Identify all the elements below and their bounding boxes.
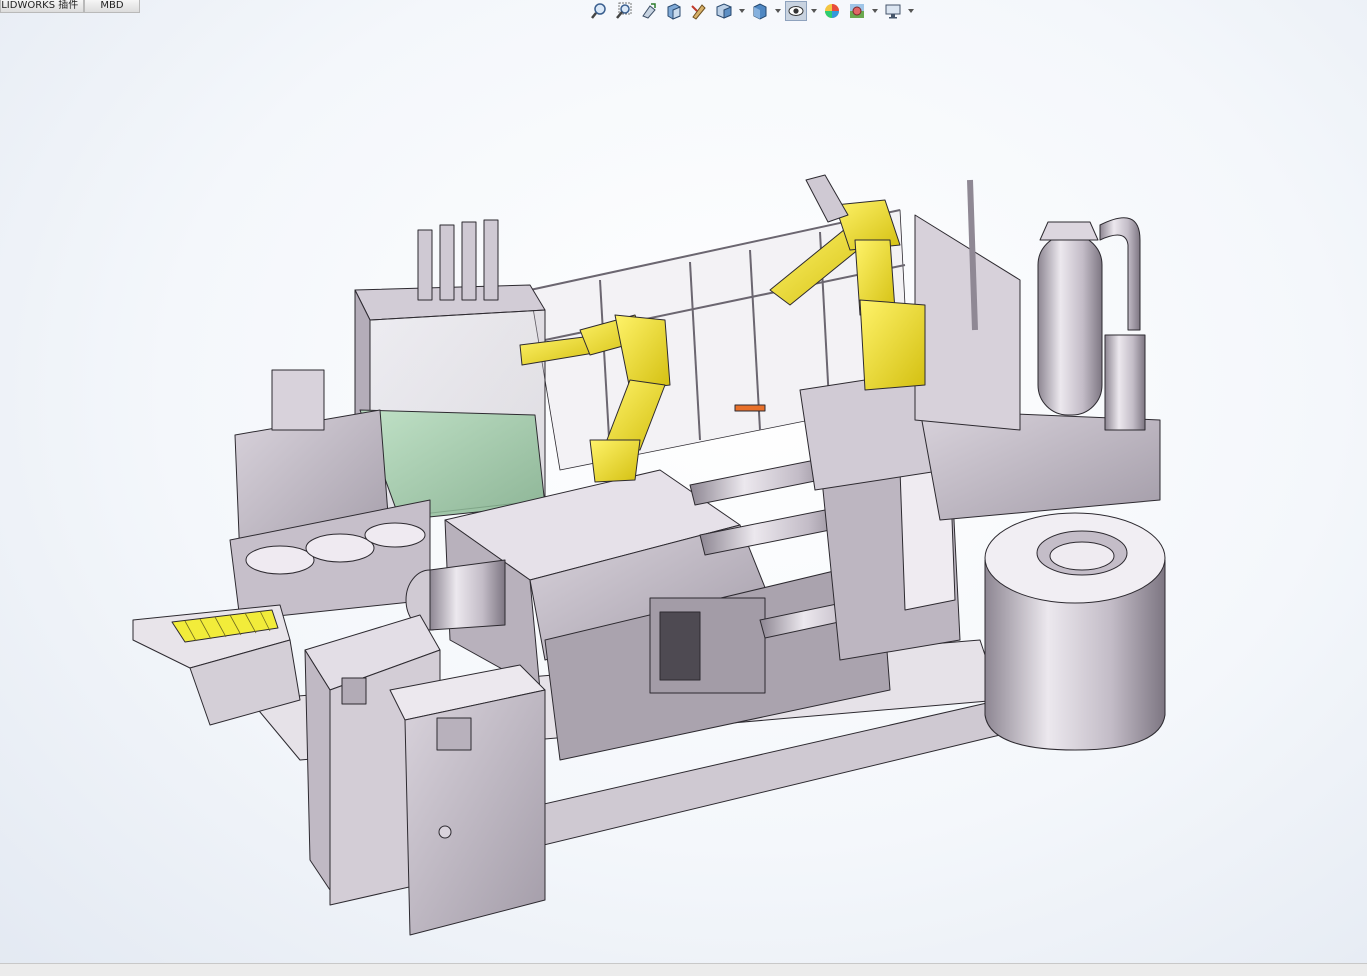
zoom-to-fit-button[interactable]	[588, 1, 610, 21]
view-orientation-dropdown[interactable]	[738, 1, 746, 21]
zoom-to-area-button[interactable]	[613, 1, 635, 21]
edit-appearance-icon	[825, 4, 839, 18]
display-style-dropdown[interactable]	[774, 1, 782, 21]
apply-scene-button[interactable]	[846, 1, 868, 21]
hide-show-items-dropdown[interactable]	[810, 1, 818, 21]
zoom-to-area-icon	[616, 2, 632, 19]
view-settings-button[interactable]	[882, 1, 904, 21]
tab-solidworks-addins[interactable]: SOLIDWORKS 插件	[0, 0, 84, 13]
view-orientation-button[interactable]	[713, 1, 735, 21]
display-style-button[interactable]	[749, 1, 771, 21]
dynamic-annotation-button[interactable]	[688, 1, 710, 21]
command-manager-tabs: SOLIDWORKS 插件 MBD	[0, 0, 140, 14]
hide-show-items-button[interactable]	[785, 1, 807, 21]
assembly-3d-model[interactable]	[0, 0, 1367, 976]
previous-view-button[interactable]	[638, 1, 660, 21]
section-view-button[interactable]	[663, 1, 685, 21]
status-bar	[0, 963, 1367, 976]
heads-up-view-toolbar	[588, 0, 915, 22]
section-view-icon	[667, 3, 681, 20]
edit-appearance-button[interactable]	[821, 1, 843, 21]
zoom-to-fit-icon	[591, 3, 606, 19]
chevron-down-icon	[811, 9, 817, 13]
chevron-down-icon	[872, 9, 878, 13]
view-settings-dropdown[interactable]	[907, 1, 915, 21]
chevron-down-icon	[908, 9, 914, 13]
display-style-icon	[753, 3, 767, 20]
view-orientation-icon	[716, 3, 732, 19]
hide-show-items-icon	[788, 6, 804, 16]
tab-mbd[interactable]: MBD	[84, 0, 140, 13]
apply-scene-icon	[850, 4, 864, 18]
previous-view-icon	[642, 3, 656, 19]
apply-scene-dropdown[interactable]	[871, 1, 879, 21]
chevron-down-icon	[775, 9, 781, 13]
chevron-down-icon	[739, 9, 745, 13]
view-settings-icon	[885, 4, 901, 19]
dynamic-annotation-icon	[691, 4, 706, 20]
